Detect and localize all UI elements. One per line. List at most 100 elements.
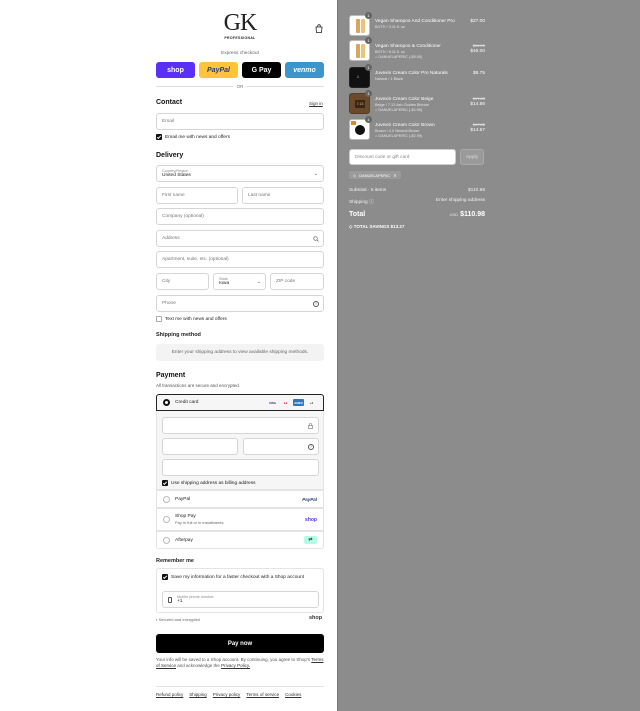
google-pay-button[interactable]: G Pay bbox=[242, 62, 281, 78]
terms-of-service-link[interactable]: Terms of service bbox=[246, 692, 279, 697]
search-icon bbox=[313, 236, 319, 242]
cart-item: 1 Vegan Shampoo And Conditioner Pro BOTH… bbox=[349, 12, 485, 37]
item-price: $45.00 bbox=[470, 49, 485, 54]
apply-discount-button[interactable]: Apply bbox=[460, 149, 484, 165]
tag-icon: ◇ bbox=[353, 172, 357, 178]
checkbox-unchecked-icon bbox=[156, 316, 162, 322]
first-name-field[interactable]: First name bbox=[156, 187, 238, 204]
paypal-option[interactable]: PayPal PayPal bbox=[156, 490, 324, 508]
email-field[interactable]: Email bbox=[156, 113, 324, 130]
refund-policy-link[interactable]: Refund policy bbox=[156, 692, 183, 697]
afterpay-label: Afterpay bbox=[175, 537, 193, 543]
use-shipping-label: Use shipping address as billing address bbox=[171, 480, 256, 486]
card-number-field[interactable] bbox=[162, 417, 319, 434]
payment-title: Payment bbox=[156, 372, 186, 379]
remove-discount-icon[interactable]: ✕ bbox=[393, 173, 396, 178]
shop-pay-button[interactable]: shop bbox=[156, 62, 195, 78]
apartment-field[interactable]: Apartment, suite, etc. (optional) bbox=[156, 251, 324, 268]
quantity-badge: 1 bbox=[365, 90, 372, 97]
discount-placeholder: Discount code or gift card bbox=[355, 154, 410, 160]
phone-field[interactable]: Phone ? bbox=[156, 295, 324, 312]
item-variant: Brown / 4.0 Neutral Brown bbox=[375, 129, 420, 133]
address-field[interactable]: Address bbox=[156, 230, 324, 247]
privacy-policy-link[interactable]: Privacy policy bbox=[213, 692, 241, 697]
use-shipping-billing-checkbox[interactable]: Use shipping address as billing address bbox=[162, 480, 256, 486]
remember-me-title: Remember me bbox=[156, 558, 194, 564]
discount-line: ⌂ DANUELAPERIC (-$2.99) bbox=[375, 134, 422, 138]
discount-code-text: DANUELAPERIC (-$9.00) bbox=[378, 55, 423, 59]
shipping-value: Enter shipping address bbox=[435, 198, 485, 203]
discount-line: ⌂ DANUELAPERIC (-$9.00) bbox=[375, 55, 422, 59]
country-select[interactable]: Country/Region United States ⌄ bbox=[156, 165, 324, 182]
item-old-price: $17.85 bbox=[472, 96, 485, 101]
credit-card-option[interactable]: Credit card VISA ●● AMEX +4 bbox=[156, 394, 324, 411]
company-field[interactable]: Company (optional) bbox=[156, 208, 324, 225]
brand-logo[interactable]: GK PROFESSIONAL bbox=[222, 10, 258, 46]
subtotal-row: Subtotal · 5 items $110.98 bbox=[349, 188, 485, 193]
legal-main: Your info will be saved to a Shop accoun… bbox=[156, 657, 311, 662]
last-name-field[interactable]: Last name bbox=[242, 187, 324, 204]
logo-mark: GK bbox=[223, 10, 258, 36]
shipping-info-box: Enter your shipping address to view avai… bbox=[156, 344, 324, 361]
cart-item: 1 Vegan Shampoo & Conditioner BOTH / 8.1… bbox=[349, 37, 485, 62]
text-news-label: Text me with news and offers bbox=[165, 316, 227, 322]
discount-code-input[interactable]: Discount code or gift card bbox=[349, 149, 456, 165]
tag-icon: ⌂ bbox=[375, 134, 378, 138]
total-currency: USD bbox=[449, 212, 459, 217]
item-variant: Natural / 1 Black bbox=[375, 77, 403, 81]
logo-subtitle: PROFESSIONAL bbox=[224, 36, 256, 40]
privacy-link[interactable]: Privacy Policy. bbox=[221, 663, 250, 668]
item-name: Vegan Shampoo & Conditioner bbox=[375, 44, 441, 49]
item-old-price: $17.85 bbox=[472, 122, 485, 127]
save-info-checkbox[interactable]: Save my information for a faster checkou… bbox=[162, 574, 304, 580]
paypal-button[interactable]: PayPal bbox=[199, 62, 238, 78]
secure-label: ▪ Secured and encrypted bbox=[156, 617, 200, 622]
shopping-bag-icon[interactable] bbox=[315, 24, 323, 33]
first-name-placeholder: First name bbox=[162, 193, 185, 198]
zip-field[interactable]: ZIP code bbox=[270, 273, 324, 290]
help-icon[interactable]: ? bbox=[313, 301, 319, 307]
expiry-field[interactable] bbox=[162, 438, 238, 455]
help-icon[interactable]: ? bbox=[308, 444, 314, 450]
footer-links: Refund policy Shipping Privacy policy Te… bbox=[156, 686, 324, 697]
or-label: OR bbox=[236, 84, 244, 89]
email-news-checkbox[interactable]: Email me with news and offers bbox=[156, 134, 230, 140]
shop-pay-option[interactable]: Shop Pay Pay in full or in installments … bbox=[156, 508, 324, 531]
security-code-field[interactable]: ? bbox=[243, 438, 319, 455]
name-on-card-field[interactable] bbox=[162, 459, 319, 476]
checkbox-checked-icon bbox=[156, 134, 162, 140]
country-value: United States bbox=[162, 173, 191, 178]
quantity-badge: 1 bbox=[365, 116, 372, 123]
legal-and: and acknowledge the bbox=[177, 663, 220, 668]
total-savings: ◇ TOTAL SAVINGS $13.27 bbox=[349, 224, 404, 230]
mobile-phone-icon bbox=[168, 597, 172, 603]
state-select[interactable]: State Iowa ⌄ bbox=[213, 273, 266, 290]
credit-card-label: Credit card bbox=[175, 400, 199, 405]
shipping-label: Shipping bbox=[349, 200, 368, 205]
text-news-checkbox[interactable]: Text me with news and offers bbox=[156, 316, 227, 322]
sign-in-link[interactable]: Sign in bbox=[309, 101, 323, 106]
venmo-button[interactable]: venmo bbox=[285, 62, 324, 78]
info-icon[interactable]: ⓘ bbox=[369, 200, 374, 205]
city-field[interactable]: City bbox=[156, 273, 209, 290]
discount-code-text: DANUELAPERIC (-$2.99) bbox=[378, 134, 423, 138]
checkout-main: GK PROFESSIONAL Express checkout shop Pa… bbox=[0, 0, 337, 711]
cookies-link[interactable]: Cookies bbox=[285, 692, 301, 697]
card-form: ? Use shipping address as billing addres… bbox=[156, 411, 324, 490]
quantity-badge: 1 bbox=[365, 64, 372, 71]
item-old-price: $54.00 bbox=[472, 43, 485, 48]
shop-pay-sub: Pay in full or in installments bbox=[175, 520, 224, 525]
company-placeholder: Company (optional) bbox=[162, 214, 204, 219]
shipping-link[interactable]: Shipping bbox=[189, 692, 207, 697]
mobile-phone-field[interactable]: Mobile phone number +1 bbox=[162, 591, 319, 608]
payment-subtitle: All transactions are secure and encrypte… bbox=[156, 383, 241, 388]
address-placeholder: Address bbox=[162, 236, 180, 241]
tag-icon: ◇ bbox=[349, 224, 353, 229]
mobile-phone-label: Mobile phone number bbox=[177, 595, 214, 599]
afterpay-option[interactable]: Afterpay ⇄ bbox=[156, 531, 324, 549]
express-checkout-label: Express checkout bbox=[221, 51, 259, 56]
quantity-badge: 1 bbox=[365, 12, 372, 19]
pay-now-button[interactable]: Pay now bbox=[156, 634, 324, 653]
total-savings-text: TOTAL SAVINGS $13.27 bbox=[353, 224, 405, 229]
cart-item: 1 Juvexin Cream Color Brown Brown / 4.0 … bbox=[349, 116, 485, 141]
